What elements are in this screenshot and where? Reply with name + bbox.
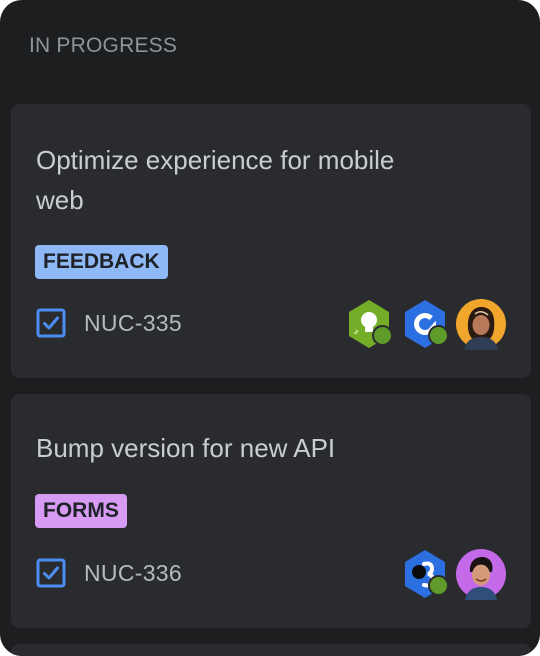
issue-card[interactable]: Optimize experience for mobile web FEEDB… [11,104,531,378]
card-footer: NUC-336 [36,553,182,593]
issue-key[interactable]: NUC-336 [84,560,182,587]
task-checkbox-icon [36,558,66,588]
column-title: IN PROGRESS [29,34,178,57]
online-status-dot [428,575,449,596]
assignee-avatars [339,298,507,350]
number-three-app-avatar[interactable] [399,548,451,600]
user-photo [456,549,506,600]
assignee-avatars [395,548,507,600]
card-label: FORMS [35,494,127,528]
issue-card[interactable]: Bump version for new API FORMS NUC-336 [11,394,531,628]
user-photo [456,299,506,350]
card-label: FEEDBACK [35,245,168,279]
online-status-dot [372,325,393,346]
user-avatar-man[interactable] [455,548,507,600]
lightbulb-app-avatar[interactable] [343,298,395,350]
card-footer: NUC-335 [36,303,182,343]
issue-card-partial[interactable] [11,644,531,656]
board-column-in-progress: IN PROGRESS Optimize experience for mobi… [0,0,540,656]
card-title: Optimize experience for mobile web [36,145,395,215]
card-title: Bump version for new API [36,433,336,463]
online-status-dot [428,325,449,346]
issue-key[interactable]: NUC-335 [84,310,182,337]
task-checkbox-icon [36,308,66,338]
user-avatar-woman[interactable] [455,298,507,350]
wrench-app-avatar[interactable] [399,298,451,350]
